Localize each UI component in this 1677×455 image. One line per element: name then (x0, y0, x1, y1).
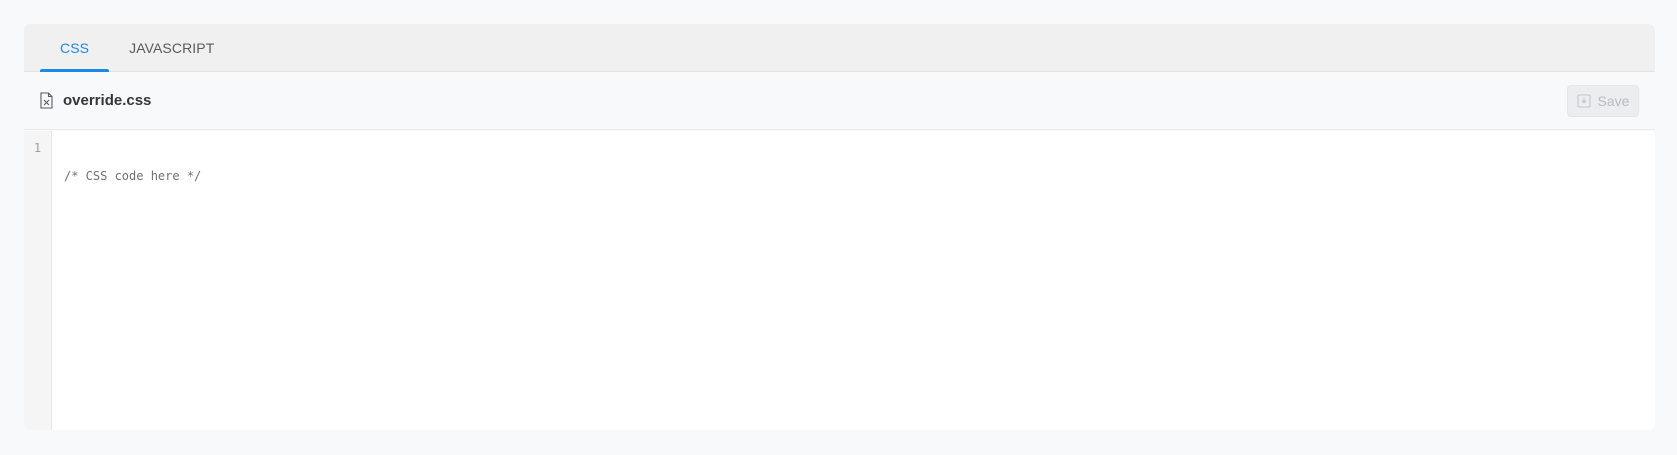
file-name: override.css (63, 92, 152, 109)
page: CSS JAVASCRIPT override.css Save 1 /* CS… (0, 0, 1677, 455)
file-toolbar: override.css Save (24, 72, 1655, 130)
code-override-panel: CSS JAVASCRIPT override.css Save 1 /* CS… (24, 24, 1655, 430)
line-number: 1 (33, 141, 42, 155)
code-text-area[interactable]: /* CSS code here */ (52, 131, 1655, 430)
save-button-label: Save (1597, 93, 1630, 109)
file-x-icon (40, 92, 53, 109)
code-editor[interactable]: 1 /* CSS code here */ (24, 131, 1655, 430)
tab-javascript[interactable]: JAVASCRIPT (109, 24, 234, 71)
save-icon (1576, 94, 1591, 108)
tab-css[interactable]: CSS (40, 24, 110, 72)
save-button[interactable]: Save (1567, 85, 1639, 117)
tab-bar: CSS JAVASCRIPT (24, 24, 1655, 72)
code-line: /* CSS code here */ (64, 169, 202, 183)
line-number-gutter: 1 (24, 131, 52, 430)
